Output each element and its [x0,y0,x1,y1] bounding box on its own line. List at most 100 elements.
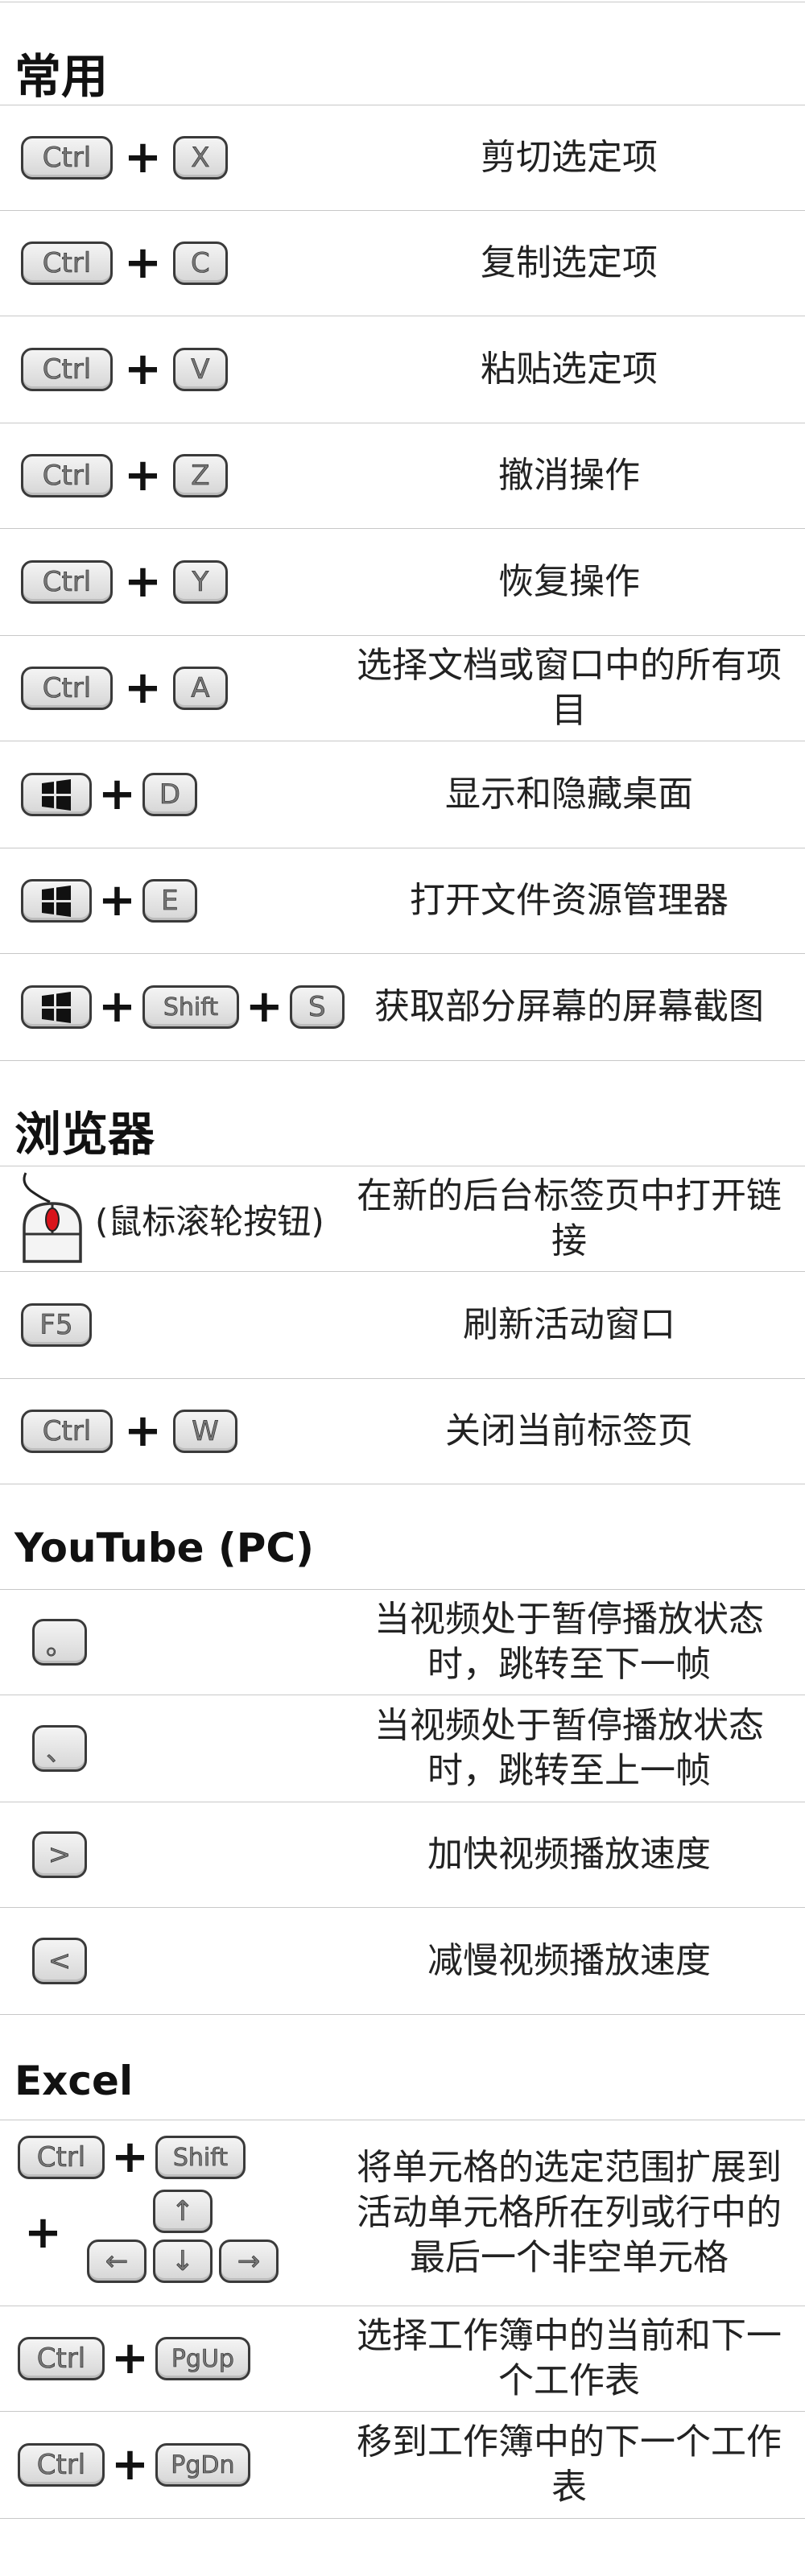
greater-than-key: > [32,1831,87,1878]
ctrl-key: Ctrl [18,2136,105,2179]
shortcut-description: 关闭当前标签页 [445,1410,693,1451]
v-key: V [172,348,228,391]
z-key: Z [172,454,228,497]
shortcut-description: 加快视频播放速度 [427,1834,711,1875]
shortcut-row: Ctrl + A 选择文档或窗口中的所有项目 [0,636,805,741]
w-key: W [172,1410,237,1453]
plus-sign: + [111,2438,149,2491]
divider [0,2518,805,2519]
shortcut-row: Ctrl + PgUp 选择工作簿中的当前和下一个工作表 [0,2306,805,2411]
shortcut-description: 减慢视频播放速度 [427,1940,711,1981]
mouse-icon [23,1172,82,1263]
shortcut-description: 复制选定项 [481,242,658,283]
plus-sign: + [245,980,283,1033]
divider [0,1060,805,1061]
shortcut-row: 、 当视频处于暂停播放状态时，跳转至上一帧 [0,1695,805,1802]
key-combo: > [32,1802,87,1907]
shortcut-row: < 减慢视频播放速度 [0,1908,805,2014]
ctrl-key: Ctrl [21,560,113,604]
shortcut-description: 选择工作簿中的当前和下一个工作表 [357,2315,782,2401]
shortcut-description: 打开文件资源管理器 [410,880,729,921]
shift-key: Shift [142,985,239,1029]
windows-logo-icon [42,886,71,917]
comma-key: 、 [32,1725,87,1772]
plus-sign: + [98,980,136,1033]
page-down-key: PgDn [155,2443,250,2487]
shortcut-description: 粘贴选定项 [481,349,658,390]
plus-sign: + [124,662,162,714]
key-combo: Ctrl + PgUp [18,2306,250,2411]
key-combo: F5 [21,1272,92,1378]
ctrl-key: Ctrl [21,136,113,180]
shortcut-row: + E 打开文件资源管理器 [0,848,805,953]
shortcut-row: Ctrl + X 剪切选定项 [0,105,805,210]
shortcut-row: Ctrl + Shift + ↑ ← ↓ → 将单元格的选定范围扩展到活动单元格… [0,2120,805,2306]
arrow-up-key: ↑ [153,2190,213,2233]
ctrl-shift-group: Ctrl + Shift [18,2135,246,2180]
ctrl-key: Ctrl [18,2443,105,2487]
section-heading-common: 常用 [14,49,109,104]
plus-sign: + [124,449,162,502]
shortcut-row: Ctrl + PgDn 移到工作簿中的下一个工作表 [0,2412,805,2518]
shortcut-row: Ctrl + C 复制选定项 [0,211,805,316]
ctrl-key: Ctrl [18,2337,105,2380]
plus-sign: + [124,237,162,289]
section-heading-browser: 浏览器 [14,1107,155,1162]
key-combo: Ctrl + Z [21,423,228,528]
plus-sign: + [111,2131,149,2183]
d-key: D [142,773,197,816]
a-key: A [172,667,228,710]
key-combo: + E [21,848,197,953]
key-combo: + D [21,741,197,848]
shortcut-row: Ctrl + Z 撤消操作 [0,423,805,528]
x-key: X [172,136,228,180]
shortcut-row: + D 显示和隐藏桌面 [0,741,805,848]
shortcut-row: Ctrl + W 关闭当前标签页 [0,1379,805,1484]
shortcut-description: 撤消操作 [498,455,640,496]
key-combo: 、 [32,1695,87,1802]
arrow-down-key: ↓ [153,2240,213,2283]
shortcut-row: + Shift + S 获取部分屏幕的屏幕截图 [0,954,805,1060]
plus-sign: + [111,2332,149,2384]
shortcut-description: 将单元格的选定范围扩展到活动单元格所在列或行中的最后一个非空单元格 [357,2147,782,2278]
shift-key: Shift [155,2136,246,2179]
section-heading-excel: Excel [14,2058,134,2104]
c-key: C [172,242,228,285]
period-key: 。 [32,1619,87,1666]
shortcut-description: 在新的后台标签页中打开链接 [357,1175,782,1261]
shortcut-description: 获取部分屏幕的屏幕截图 [374,986,764,1027]
ctrl-key: Ctrl [21,454,113,497]
key-combo: Ctrl + C [21,211,228,316]
key-combo: 。 [32,1590,87,1695]
middle-button-label: (鼠标滚轮按钮) [95,1201,324,1241]
shortcut-description: 当视频处于暂停播放状态时，跳转至上一帧 [374,1705,764,1791]
ctrl-key: Ctrl [21,242,113,285]
ctrl-key: Ctrl [21,1410,113,1453]
plus-sign: + [98,874,136,927]
shortcut-description: 恢复操作 [498,561,640,602]
shortcut-description: 剪切选定项 [481,137,658,178]
shortcut-row: > 加快视频播放速度 [0,1802,805,1907]
shortcut-description: 显示和隐藏桌面 [445,774,693,815]
windows-logo-icon [42,779,71,811]
windows-key [21,985,92,1029]
divider [0,2014,805,2015]
section-heading-youtube: YouTube (PC) [14,1525,314,1571]
key-combo: + Shift + S [21,954,345,1060]
key-combo: Ctrl + PgDn [18,2412,250,2518]
key-combo: < [32,1908,87,2014]
key-combo: Ctrl + W [21,1379,237,1484]
plus-sign: + [124,1405,162,1457]
shortcut-description: 当视频处于暂停播放状态时，跳转至下一帧 [374,1599,764,1685]
page-up-key: PgUp [155,2337,250,2380]
e-key: E [142,879,197,923]
key-combo: Ctrl + X [21,105,228,210]
plus-sign: + [98,768,136,820]
shortcut-description: 移到工作簿中的下一个工作表 [357,2421,782,2508]
shortcut-description: 选择文档或窗口中的所有项目 [357,645,782,731]
plus-sign: + [24,2207,62,2259]
shortcut-sheet: 常用 Ctrl + X 剪切选定项 Ctrl + C 复制选定项 Ctrl + … [0,0,805,2576]
shortcut-row: Ctrl + V 粘贴选定项 [0,316,805,423]
ctrl-key: Ctrl [21,667,113,710]
arrow-right-key: → [219,2240,279,2283]
